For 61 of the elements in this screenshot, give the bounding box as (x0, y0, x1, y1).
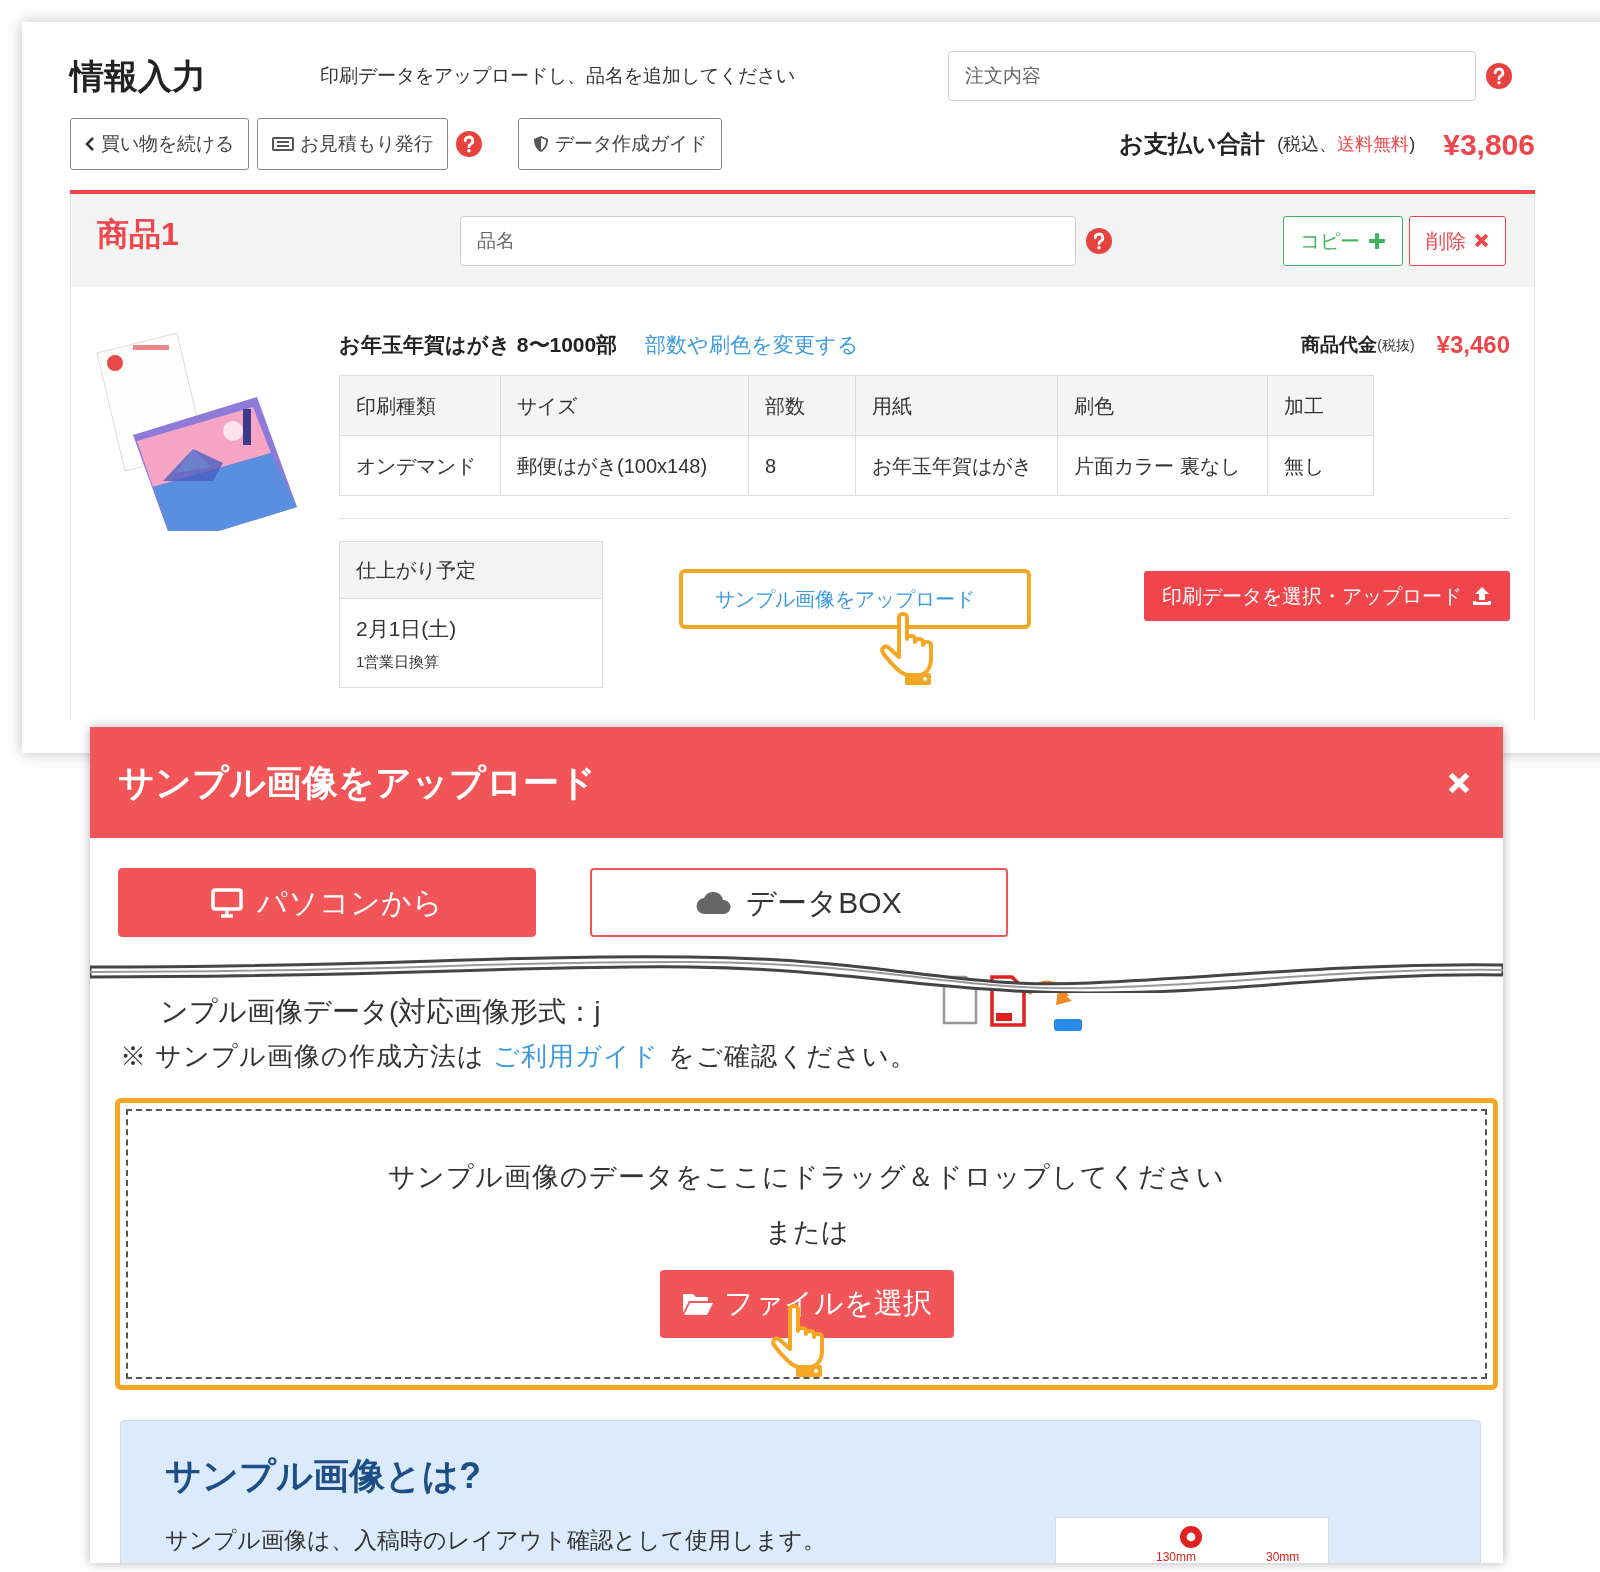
instruction-text: 印刷データをアップロードし、品名を追加してください (320, 63, 796, 88)
total-price: ¥3,806 (1443, 126, 1535, 163)
print-upload-button[interactable]: 印刷データを選択・アップロード (1144, 571, 1510, 621)
format-text: ンプル画像データ(対応画像形式：j (160, 995, 601, 1029)
table-cell: 無し (1267, 435, 1374, 496)
price-label: 商品代金 (1301, 332, 1378, 357)
close-icon (1447, 770, 1471, 795)
table-cell: オンデマンド (339, 435, 501, 496)
table-cell: お年玉年賀はがき (855, 435, 1058, 496)
cloud-icon (696, 890, 733, 915)
help-icon (456, 131, 482, 157)
column-header: 用紙 (855, 375, 1058, 436)
delivery-heading: 仕上がり予定 (340, 542, 602, 599)
receipt-icon (272, 136, 294, 152)
upload-icon (1472, 586, 1492, 606)
shield-icon (533, 135, 549, 153)
delivery-note: 1営業日換算 (356, 651, 441, 672)
page-title: 情報入力 (70, 55, 207, 97)
toolbar-button[interactable]: データ作成ガイド (518, 118, 722, 170)
info-heading: サンプル画像とは? (165, 1454, 482, 1498)
copy-button[interactable]: コピー (1283, 215, 1403, 266)
or-text: または (764, 1215, 849, 1249)
delete-button[interactable]: 削除 (1409, 215, 1506, 266)
change-link[interactable]: 部数や刷色を変更する (645, 329, 860, 361)
folder-icon (681, 1291, 714, 1317)
product-name-field[interactable]: 品名 (460, 215, 1076, 266)
source-tab[interactable]: データBOX (590, 868, 1008, 937)
info-text: サンプル画像は、入稿時のレイアウト確認として使用します。 (165, 1526, 826, 1555)
column-header: 加工 (1267, 375, 1374, 436)
sample-upload-link[interactable]: サンプル画像をアップロード (679, 569, 1031, 629)
guide-link[interactable]: ご利用ガイド (493, 1041, 660, 1071)
monitor-icon (211, 887, 243, 918)
chevron-left-icon (85, 136, 95, 152)
column-header: 部数 (748, 375, 856, 436)
close-icon (1474, 233, 1489, 248)
table-cell: 片面カラー 裏なし (1057, 435, 1268, 496)
product-price: ¥3,460 (1436, 330, 1510, 360)
dimension-label: 130mm (1156, 1549, 1196, 1563)
product-title: 商品1 (97, 214, 180, 254)
dialog-title: サンプル画像をアップロード (118, 760, 596, 805)
price-tax-note: (税抜) (1377, 336, 1415, 355)
toolbar-button[interactable]: お見積もり発行 (257, 118, 448, 170)
order-field[interactable]: 注文内容 (948, 51, 1476, 101)
tax-note: (税込、送料無料) (1277, 132, 1416, 156)
plus-icon (1368, 231, 1386, 250)
circle-mark-icon (1180, 1526, 1202, 1548)
delivery-date: 2月1日(土) (356, 616, 458, 642)
column-header: サイズ (500, 375, 749, 436)
table-cell: 郵便はがき(100x148) (500, 435, 749, 496)
table-cell: 8 (748, 435, 856, 496)
toolbar-button[interactable]: 買い物を続ける (70, 118, 249, 170)
help-icon (1486, 63, 1512, 89)
dimension-label: 30mm (1266, 1549, 1300, 1563)
help-icon (1086, 227, 1112, 254)
product-name: お年玉年賀はがき 8〜1000部 (339, 332, 618, 359)
source-tab[interactable]: パソコンから (118, 868, 536, 937)
drop-instruction: サンプル画像のデータをここにドラッグ＆ドロップしてください (388, 1161, 1225, 1194)
total-label: お支払い合計 (1119, 129, 1266, 159)
column-header: 刷色 (1057, 375, 1268, 436)
guide-note: ※ サンプル画像の作成方法は ご利用ガイド をご確認ください。 (119, 1040, 918, 1073)
column-header: 印刷種類 (339, 375, 501, 436)
